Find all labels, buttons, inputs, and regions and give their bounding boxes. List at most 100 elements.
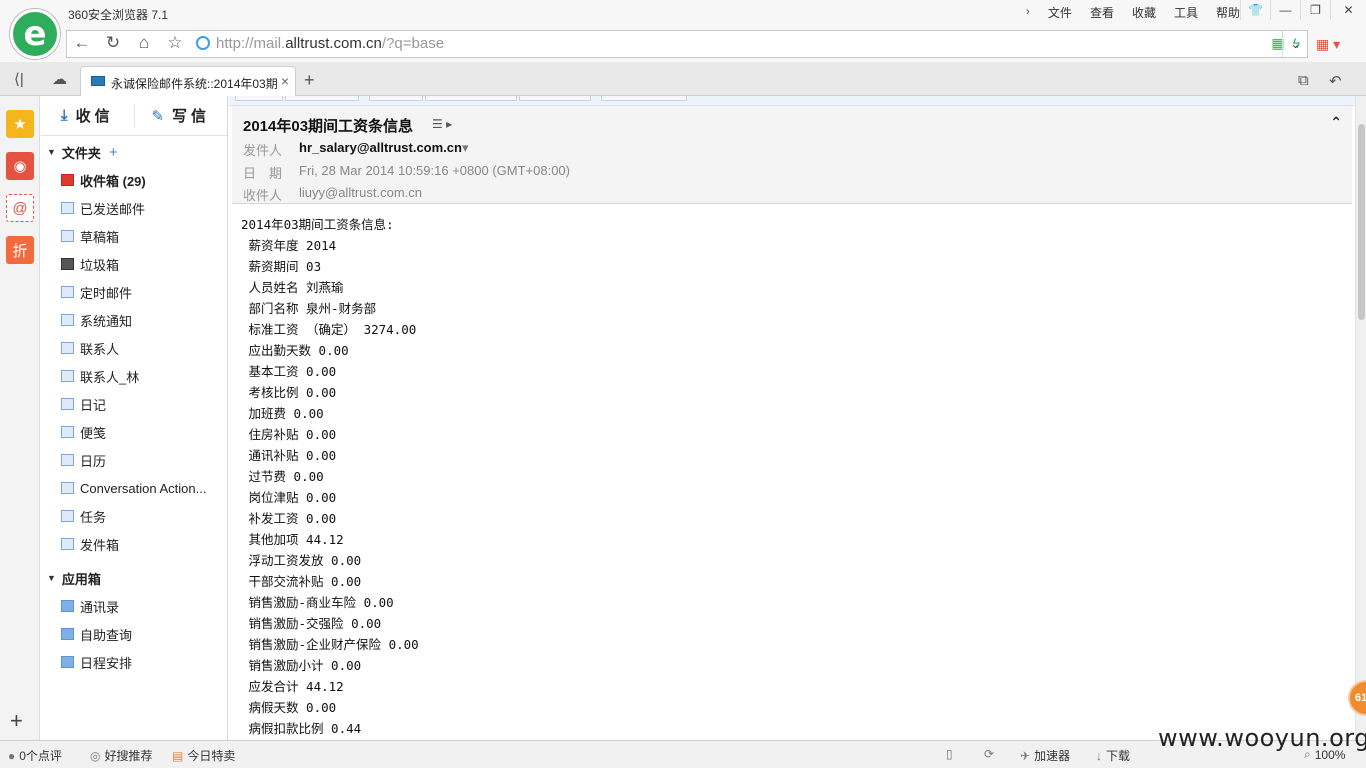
folder-item[interactable]: Conversation Action...	[41, 474, 227, 502]
from-row: 发件人 hr_salary@alltrust.com.cn ▾	[243, 140, 469, 159]
mail-folder-panel: ⤓ 收信 ✎ 写信 ▼ 文件夹 + 收件箱 (29) 已发送邮件 草稿箱垃圾箱定时邮件系…	[41, 96, 228, 740]
app-item[interactable]: 通讯录	[41, 592, 227, 620]
email-at-icon[interactable]: @	[6, 194, 34, 222]
favorites-star-icon[interactable]: ★	[6, 110, 34, 138]
folder-label: 任务	[80, 509, 107, 525]
menu-tools[interactable]: 工具	[1174, 4, 1198, 21]
folder-item[interactable]: 联系人	[41, 334, 227, 362]
folder-item[interactable]: 草稿箱	[41, 222, 227, 250]
body-line: 病假扣款比例 0.44	[241, 721, 362, 736]
receive-button[interactable]: ⤓ 收信	[41, 96, 134, 135]
cloud-icon[interactable]: ☁	[52, 70, 67, 88]
add-folder-icon[interactable]: +	[109, 144, 118, 161]
discount-icon[interactable]: 折	[6, 236, 34, 264]
body-line: 其他加项 44.12	[241, 532, 344, 547]
new-tab-button[interactable]: +	[304, 70, 315, 91]
menu-view[interactable]: 查看	[1090, 4, 1114, 21]
folder-icon	[61, 398, 74, 410]
chevron-down-icon[interactable]: ⌄	[1282, 31, 1308, 57]
body-line: 销售激励-商业车险 0.00	[241, 595, 394, 610]
to-row: 收件人 liuyy@alltrust.com.cn	[243, 185, 423, 204]
url-input[interactable]: http://mail.alltrust.com.cn/?q=base	[216, 35, 444, 52]
app-item[interactable]: 自助查询	[41, 620, 227, 648]
folder-label: 联系人_林	[80, 369, 140, 385]
body-line: 销售激励-企业财产保险 0.00	[241, 637, 419, 652]
home-icon[interactable]: ⌂	[130, 30, 158, 56]
add-sidebar-icon[interactable]: +	[10, 708, 23, 734]
folder-item[interactable]: 便笺	[41, 418, 227, 446]
maximize-button[interactable]: ❐	[1300, 0, 1330, 20]
search-recommend-icon: ◎	[90, 748, 101, 763]
body-line: 销售激励小计 0.00	[241, 658, 362, 673]
app-title: 360安全浏览器 7.1	[68, 8, 169, 22]
comments-item[interactable]: ● 0个点评	[8, 747, 62, 764]
folder-icon	[61, 538, 74, 550]
download-icon: ⤓	[60, 107, 68, 124]
star-icon[interactable]: ☆	[161, 30, 189, 56]
close-window-button[interactable]: ✕	[1330, 0, 1366, 20]
folder-item[interactable]: 日历	[41, 446, 227, 474]
folder-item[interactable]: 联系人_林	[41, 362, 227, 390]
weibo-icon[interactable]: ◉	[6, 152, 34, 180]
recipient-address[interactable]: liuyy@alltrust.com.cn	[299, 185, 422, 204]
comment-icon: ●	[8, 748, 16, 763]
chevron-right-icon[interactable]: ›	[1026, 4, 1030, 21]
app-item[interactable]: 日程安排	[41, 648, 227, 676]
menu-favorites[interactable]: 收藏	[1132, 4, 1156, 21]
deals-item[interactable]: ▤ 今日特卖	[172, 747, 235, 764]
close-tab-icon[interactable]: ×	[281, 73, 289, 89]
tab-mail[interactable]: 永诚保险邮件系统::2014年03期 ×	[80, 66, 296, 96]
folder-item[interactable]: 日记	[41, 390, 227, 418]
apps-icon[interactable]: ▦ ▾	[1316, 36, 1340, 53]
sender-address[interactable]: hr_salary@alltrust.com.cn	[299, 140, 462, 159]
folder-item[interactable]: 系统通知	[41, 306, 227, 334]
minimize-button[interactable]: —	[1270, 0, 1300, 20]
sync-icon[interactable]: ⟳	[984, 747, 994, 761]
accelerator-item[interactable]: ✈ 加速器	[1020, 747, 1070, 764]
vertical-scrollbar[interactable]	[1355, 96, 1366, 740]
body-line: 薪资期间 03	[241, 259, 322, 274]
recommend-item[interactable]: ◎ 好搜推荐	[90, 747, 153, 764]
menu-help[interactable]: 帮助	[1216, 4, 1240, 21]
back-icon[interactable]: ←	[68, 30, 96, 56]
collapse-header-icon[interactable]: ⌃	[1330, 114, 1342, 131]
menu-file[interactable]: 文件	[1048, 4, 1072, 21]
body-line: 通讯补贴 0.00	[241, 448, 337, 463]
mail-actions: ⤓ 收信 ✎ 写信	[41, 96, 227, 136]
body-line: 应发合计 44.12	[241, 679, 344, 694]
mail-header: 2014年03期间工资条信息 ☰ ▸ ⌃ 发件人 hr_salary@alltr…	[232, 106, 1352, 204]
flag-icon[interactable]: ☰ ▸	[432, 117, 452, 131]
scroll-thumb[interactable]	[1358, 124, 1365, 320]
sidebar-toggle-icon[interactable]: ⟨|	[14, 70, 24, 88]
tab-title: 永诚保险邮件系统::2014年03期	[111, 77, 278, 91]
body-line: 病假天数 0.00	[241, 700, 337, 715]
body-line: 销售激励-交强险 0.00	[241, 616, 382, 631]
folder-label: 垃圾箱	[80, 257, 120, 273]
folder-item[interactable]: 定时邮件	[41, 278, 227, 306]
download-item[interactable]: ↓ 下载	[1096, 747, 1130, 764]
undo-close-icon[interactable]: ↶	[1329, 72, 1342, 90]
body-line: 过节费 0.00	[241, 469, 324, 484]
folder-label: 便笺	[80, 425, 107, 441]
folder-icon	[61, 314, 74, 326]
body-line: 部门名称 泉州-财务部	[241, 301, 377, 316]
refresh-icon[interactable]: ↻	[99, 30, 127, 56]
skin-icon[interactable]: 👕	[1240, 0, 1270, 20]
mobile-icon[interactable]: ▯	[946, 747, 953, 761]
restore-tabs-icon[interactable]: ⧉	[1298, 72, 1309, 89]
apps-header[interactable]: ▼ 应用箱	[41, 564, 227, 592]
sender-dropdown-icon[interactable]: ▾	[462, 140, 469, 159]
folder-item[interactable]: 已发送邮件	[41, 194, 227, 222]
folder-item[interactable]: 垃圾箱	[41, 250, 227, 278]
folders-header[interactable]: ▼ 文件夹 +	[41, 138, 227, 166]
folder-item[interactable]: 任务	[41, 502, 227, 530]
folder-item[interactable]: 发件箱	[41, 530, 227, 558]
body-line: 加班费 0.00	[241, 406, 324, 421]
body-line: 岗位津贴 0.00	[241, 490, 337, 505]
menu-bar: › 文件 查看 收藏 工具 帮助	[1026, 4, 1240, 21]
body-line: 2014年03期间工资条信息:	[241, 217, 394, 232]
folder-icon	[61, 482, 74, 494]
folder-item[interactable]: 收件箱 (29)	[41, 166, 227, 194]
inbox-icon	[61, 174, 74, 186]
compose-button[interactable]: ✎ 写信	[135, 96, 228, 135]
